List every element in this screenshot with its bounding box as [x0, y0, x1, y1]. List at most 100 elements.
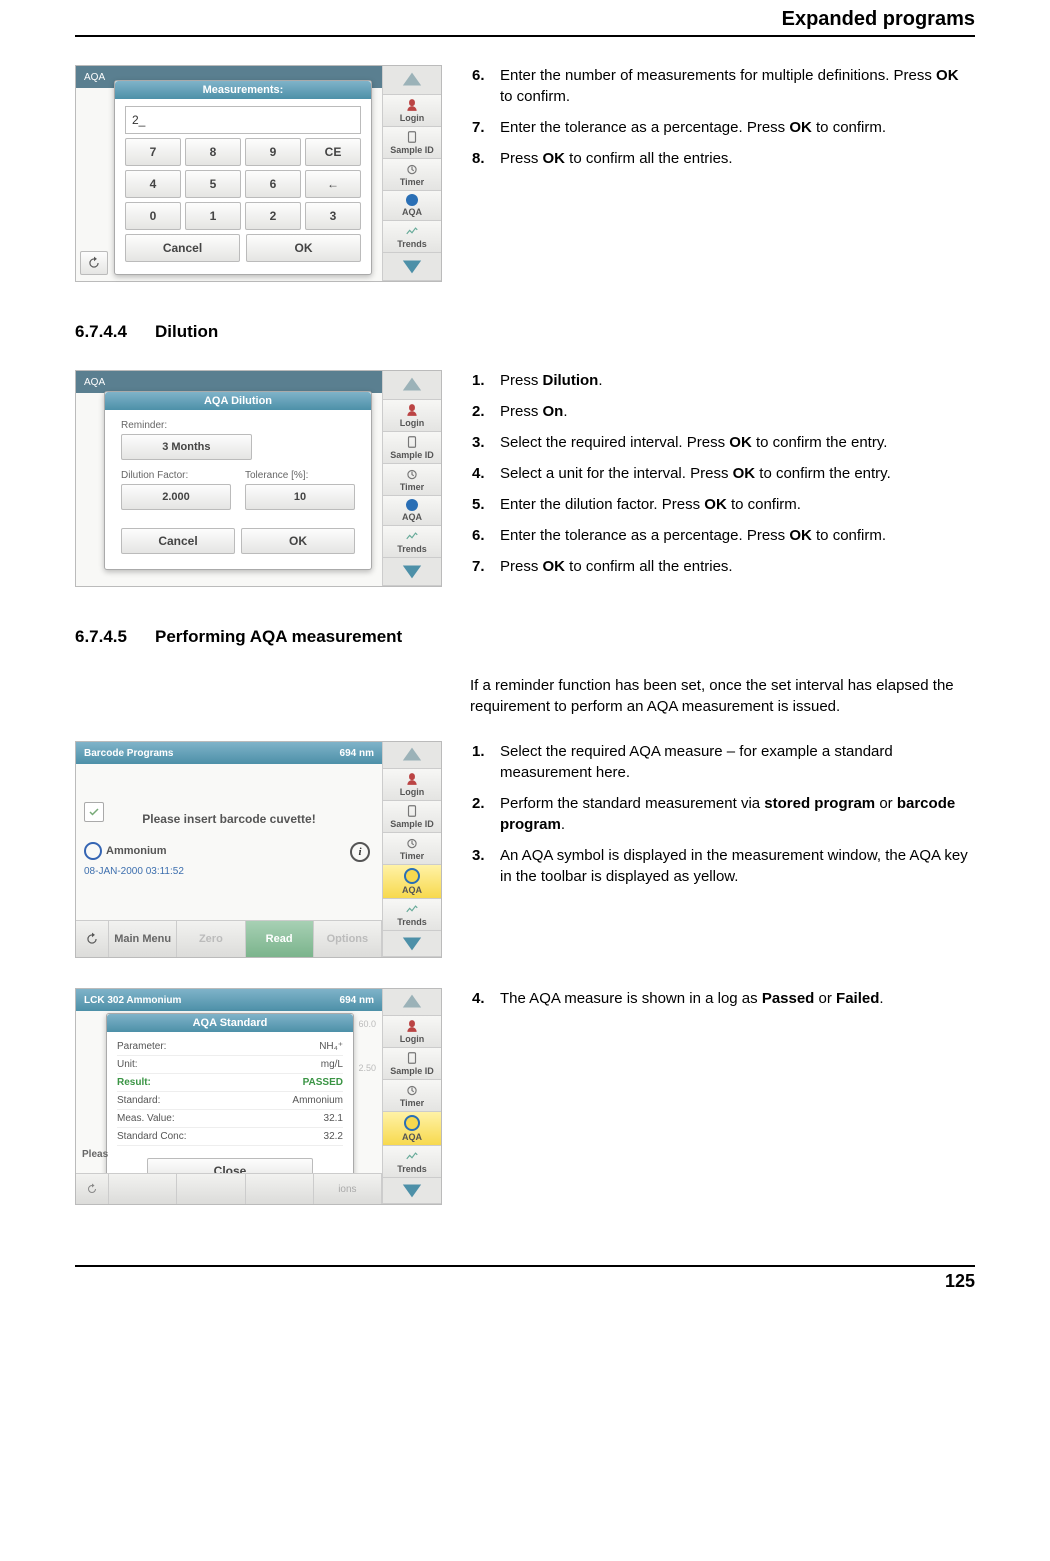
sampleid-button[interactable]: Sample ID	[383, 1048, 441, 1080]
bg-text-pleas: Pleas	[82, 1149, 108, 1160]
row-standard: Standard:Ammonium	[117, 1092, 343, 1110]
timer-button[interactable]: Timer	[383, 159, 441, 191]
bg-values: 60.0 2.50	[358, 1019, 376, 1073]
keypad-9[interactable]: 9	[245, 138, 301, 166]
keypad-0[interactable]: 0	[125, 202, 181, 230]
right-toolbar: Login Sample ID Timer AQA Trends	[382, 989, 441, 1204]
screenshot-barcode: Barcode Programs 694 nm Please insert ba…	[75, 741, 442, 958]
cancel-button[interactable]: Cancel	[121, 528, 235, 554]
aqa-button[interactable]: AQA	[383, 191, 441, 221]
section-aqa-measurement: 6.7.4.5Performing AQA measurement	[75, 627, 975, 647]
info-icon[interactable]: i	[350, 842, 370, 862]
insert-cuvette-msg: Please insert barcode cuvette!	[76, 812, 382, 826]
dilution-factor-field[interactable]: 2.000	[121, 484, 231, 510]
trends-button[interactable]: Trends	[383, 221, 441, 253]
zero-button[interactable]: Zero	[177, 921, 245, 957]
keypad-7[interactable]: 7	[125, 138, 181, 166]
sampleid-button[interactable]: Sample ID	[383, 432, 441, 464]
aqa-button[interactable]: AQA	[383, 496, 441, 526]
measurements-value[interactable]: 2_	[125, 106, 361, 134]
bottom-bar: ions	[76, 1173, 382, 1204]
timer-button[interactable]: Timer	[383, 464, 441, 496]
steps-block-3: 1.Select the required AQA measure – for …	[472, 741, 975, 887]
ammonium-indicator: Ammonium	[84, 842, 167, 860]
toolbar-up-icon[interactable]	[383, 371, 441, 400]
step-item: 1.Press Dilution.	[472, 370, 975, 391]
back-icon[interactable]	[76, 921, 109, 957]
aqa-standard-dialog: AQA Standard Parameter:NH₄⁺ Unit:mg/L Re…	[106, 1013, 354, 1178]
toolbar-down-icon[interactable]	[383, 931, 441, 958]
aqa-button-yellow[interactable]: AQA	[383, 1112, 441, 1146]
page-header: Expanded programs	[75, 0, 975, 35]
trends-button[interactable]: Trends	[383, 526, 441, 558]
keypad-2[interactable]: 2	[245, 202, 301, 230]
ok-button[interactable]: OK	[241, 528, 355, 554]
keypad-ce[interactable]: CE	[305, 138, 361, 166]
bar-button	[177, 1174, 245, 1204]
keypad-1[interactable]: 1	[185, 202, 241, 230]
result-table: Parameter:NH₄⁺ Unit:mg/L Result:PASSED S…	[107, 1032, 353, 1148]
right-toolbar: Login Sample ID Timer AQA Trends	[382, 66, 441, 281]
screenshot-measurements: AQA Measurements: 2_ 7 8 9 CE 4 5 6 ← 0	[75, 65, 442, 282]
cancel-button[interactable]: Cancel	[125, 234, 240, 262]
steps-block-4: 4.The AQA measure is shown in a log as P…	[472, 988, 975, 1009]
keypad-6[interactable]: 6	[245, 170, 301, 198]
step-item: 3.Select the required interval. Press OK…	[472, 432, 975, 453]
reminder-label: Reminder:	[121, 420, 355, 431]
aqa-button-yellow[interactable]: AQA	[383, 865, 441, 899]
block-dilution: AQA AQA Dilution Reminder: 3 Months Dilu…	[75, 370, 975, 587]
row-parameter: Parameter:NH₄⁺	[117, 1038, 343, 1056]
read-button[interactable]: Read	[246, 921, 314, 957]
options-button[interactable]: ions	[314, 1174, 382, 1204]
checkbox-icon[interactable]	[84, 802, 104, 822]
timer-button[interactable]: Timer	[383, 833, 441, 865]
keypad-4[interactable]: 4	[125, 170, 181, 198]
login-button[interactable]: Login	[383, 95, 441, 127]
keypad-backspace[interactable]: ←	[305, 170, 361, 198]
toolbar-down-icon[interactable]	[383, 1178, 441, 1205]
steps-block-2: 1.Press Dilution. 2.Press On. 3.Select t…	[472, 370, 975, 577]
bar-button	[246, 1174, 314, 1204]
sampleid-button[interactable]: Sample ID	[383, 127, 441, 159]
step-item: 6.Enter the tolerance as a percentage. P…	[472, 525, 975, 546]
measurements-dialog: Measurements: 2_ 7 8 9 CE 4 5 6 ← 0 1 2	[114, 80, 372, 275]
timer-button[interactable]: Timer	[383, 1080, 441, 1112]
keypad-8[interactable]: 8	[185, 138, 241, 166]
block-measurements: AQA Measurements: 2_ 7 8 9 CE 4 5 6 ← 0	[75, 65, 975, 282]
tolerance-label: Tolerance [%]:	[245, 470, 355, 481]
reminder-field[interactable]: 3 Months	[121, 434, 252, 460]
trends-button[interactable]: Trends	[383, 899, 441, 931]
wavelength-label: 694 nm	[340, 995, 374, 1006]
toolbar-up-icon[interactable]	[383, 66, 441, 95]
trends-button[interactable]: Trends	[383, 1146, 441, 1178]
back-icon[interactable]	[80, 251, 108, 275]
screenshot-dilution: AQA AQA Dilution Reminder: 3 Months Dilu…	[75, 370, 442, 587]
aqa-icon	[404, 868, 420, 884]
ok-button[interactable]: OK	[246, 234, 361, 262]
back-icon[interactable]	[76, 1174, 109, 1204]
keypad-grid: 7 8 9 CE 4 5 6 ← 0 1 2 3	[125, 138, 361, 230]
toolbar-up-icon[interactable]	[383, 742, 441, 769]
keypad-3[interactable]: 3	[305, 202, 361, 230]
barcode-title: Barcode Programs	[84, 748, 173, 759]
toolbar-down-icon[interactable]	[383, 253, 441, 282]
sampleid-button[interactable]: Sample ID	[383, 801, 441, 833]
tolerance-field[interactable]: 10	[245, 484, 355, 510]
step-item: 4.Select a unit for the interval. Press …	[472, 463, 975, 484]
shot2-bg-title: AQA	[76, 371, 382, 393]
options-button[interactable]: Options	[314, 921, 382, 957]
toolbar-down-icon[interactable]	[383, 558, 441, 587]
login-button[interactable]: Login	[383, 1016, 441, 1048]
program-title: LCK 302 Ammonium	[84, 995, 181, 1006]
keypad-5[interactable]: 5	[185, 170, 241, 198]
toolbar-up-icon[interactable]	[383, 989, 441, 1016]
login-button[interactable]: Login	[383, 769, 441, 801]
login-button[interactable]: Login	[383, 400, 441, 432]
barcode-title-bar: Barcode Programs 694 nm	[76, 742, 382, 764]
step-item: 6.Enter the number of measurements for m…	[472, 65, 975, 107]
aqa-icon	[404, 1115, 420, 1131]
row-result: Result:PASSED	[117, 1074, 343, 1092]
main-menu-button[interactable]: Main Menu	[109, 921, 177, 957]
steps-block-1: 6.Enter the number of measurements for m…	[472, 65, 975, 169]
measurements-dialog-title: Measurements:	[115, 81, 371, 99]
